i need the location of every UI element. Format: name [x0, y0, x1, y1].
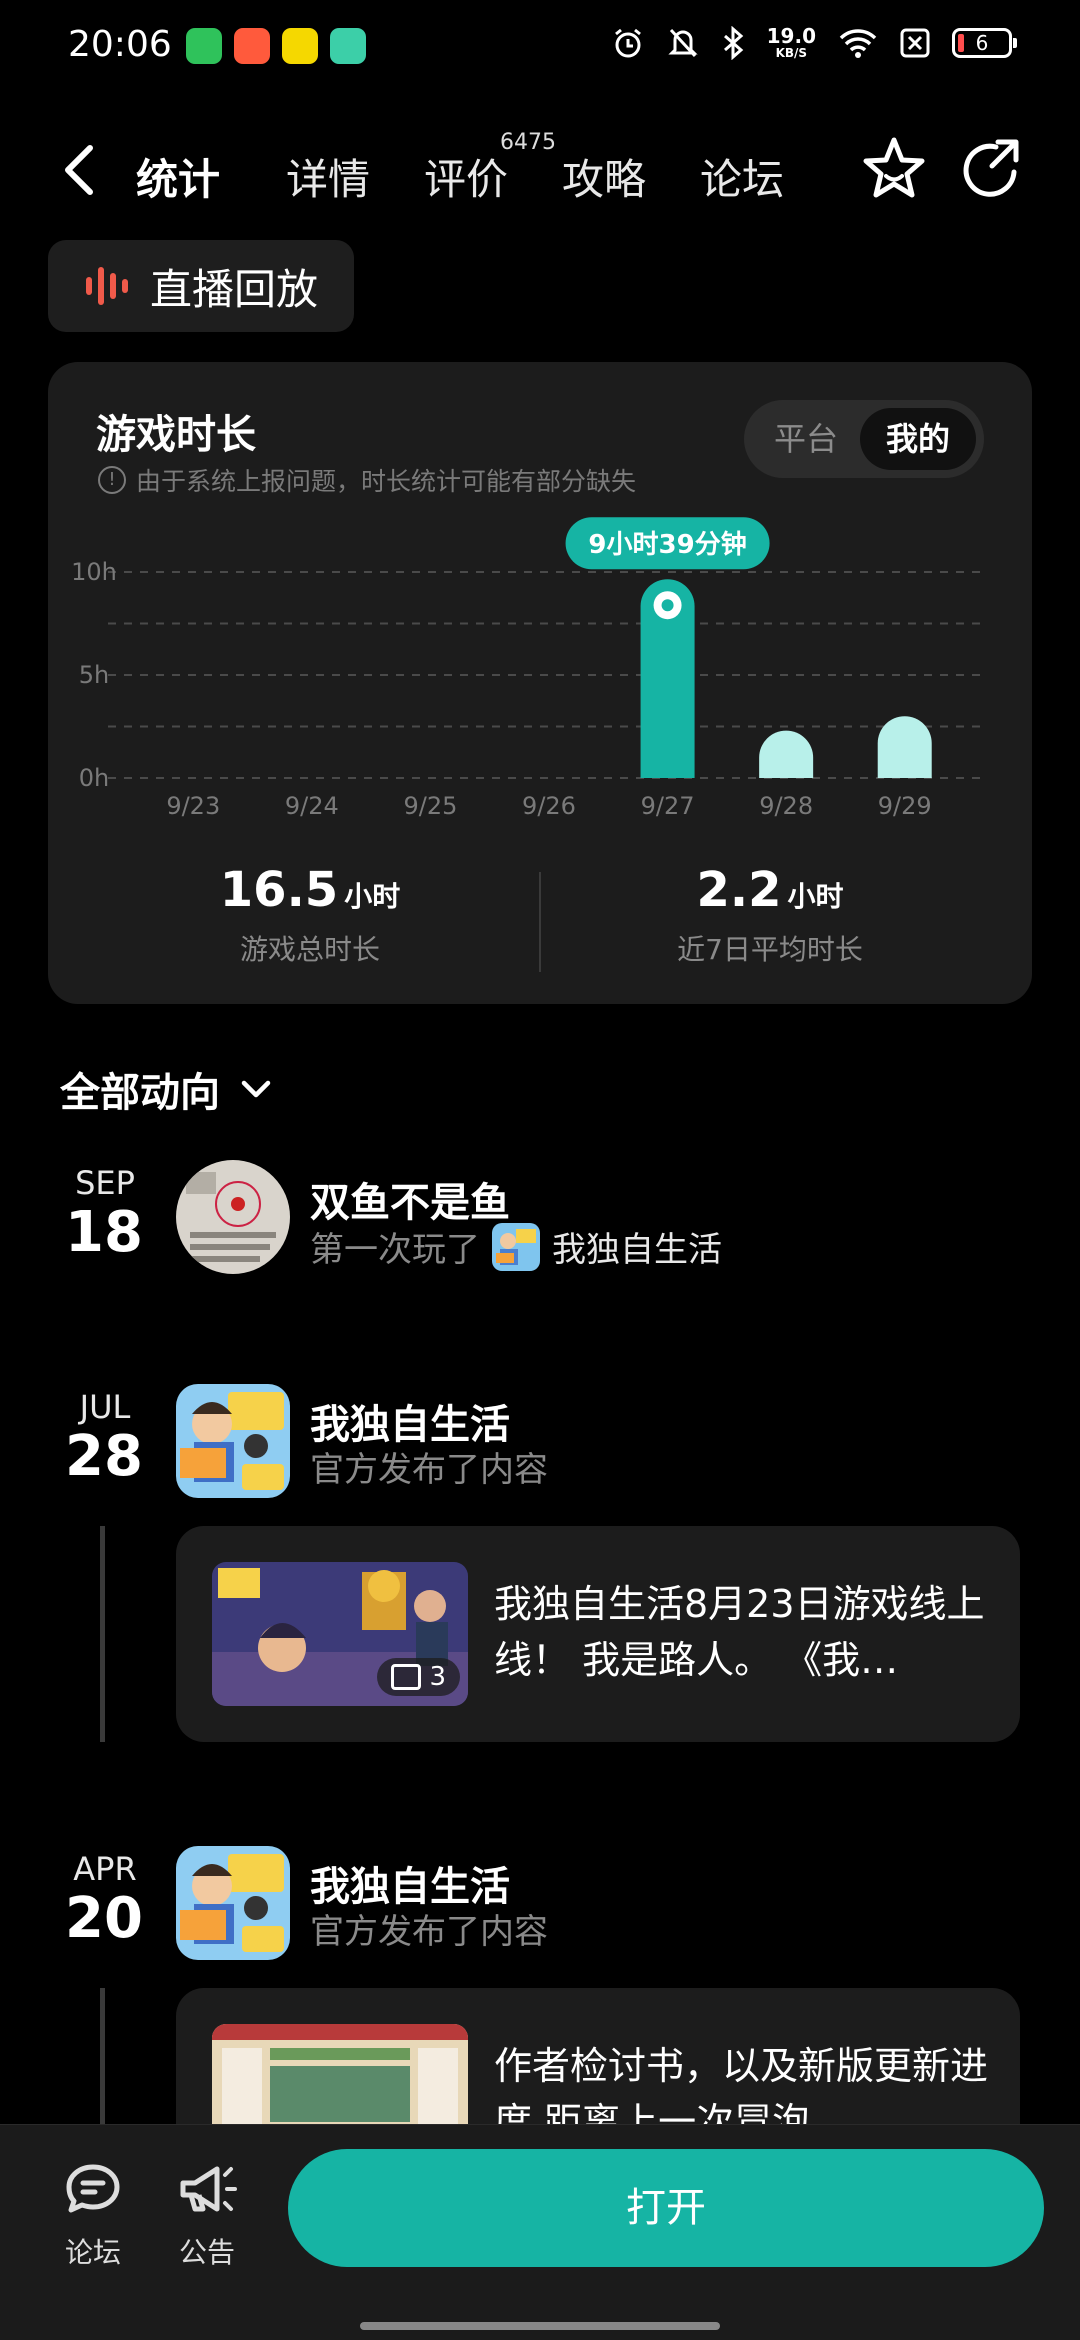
feed-date-day: 18 [65, 1200, 143, 1265]
post-card[interactable]: 3 我独自生活8月23日游戏线上线！ 我是路人。 《我… [176, 1526, 1020, 1742]
chart-x-tick-label: 9/24 [285, 792, 339, 820]
sim-off-icon [900, 28, 930, 58]
forum-button[interactable]: 论坛 [48, 2161, 138, 2271]
feed-date-month: APR [73, 1850, 137, 1888]
mute-icon [668, 28, 698, 58]
net-speed-unit: KB/S [775, 46, 808, 60]
total-playtime: 16.5 小时 游戏总时长 [90, 862, 530, 968]
clapper-app-icon [282, 28, 318, 64]
live-replay-button[interactable]: 直播回放 [48, 240, 354, 332]
live-replay-label: 直播回放 [150, 264, 319, 314]
feed-game-name[interactable]: 我独自生活 [552, 1222, 722, 1271]
megaphone-icon [180, 2166, 237, 2212]
chart-x-tick-label: 9/25 [403, 792, 457, 820]
post-text: 我独自生活8月23日游戏线上线！ 我是路人。 《我… [494, 1582, 985, 1682]
chart-bar [759, 730, 814, 778]
avg-playtime-unit: 小时 [787, 880, 844, 913]
chart-y-tick-label: 0h [79, 764, 109, 792]
video-app-icon [234, 28, 270, 64]
chart-x-tick-label: 9/28 [759, 792, 813, 820]
game-app-icon[interactable] [176, 1846, 290, 1960]
battery-app-icon [186, 28, 222, 64]
chat-app-icon [330, 28, 366, 64]
activity-filter-dropdown[interactable]: 全部动向 [60, 1060, 274, 1118]
status-time: 20:06 [68, 24, 172, 65]
chart-bar [877, 716, 932, 778]
chart-y-tick-label: 10h [71, 558, 117, 586]
tab-stats[interactable]: 统计 [136, 146, 220, 207]
bottom-action-bar: 论坛 公告 打开 [0, 2124, 1080, 2340]
chat-bubble-icon [66, 2164, 120, 2213]
open-game-button[interactable]: 打开 [288, 2149, 1044, 2267]
wifi-icon [839, 29, 877, 58]
tab-forum[interactable]: 论坛 [700, 146, 784, 207]
notification-icons [186, 28, 366, 64]
chart-y-tick-label: 5h [79, 661, 109, 689]
image-count-badge: 3 [377, 1658, 460, 1696]
timeline-line [100, 1526, 105, 1742]
notice-label: 公告 [178, 2236, 235, 2269]
timeline-line [100, 1988, 105, 2128]
stats-divider [539, 872, 541, 972]
feed-date-month: SEP [75, 1164, 135, 1202]
game-app-icon[interactable] [176, 1384, 290, 1498]
feed-date-month: JUL [79, 1388, 131, 1426]
home-indicator[interactable] [360, 2322, 720, 2330]
chart-x-tick-label: 9/26 [522, 792, 576, 820]
total-playtime-unit: 小时 [344, 880, 401, 913]
user-avatar[interactable] [176, 1160, 290, 1274]
share-icon[interactable] [956, 134, 1028, 206]
reviews-count-badge: 6475 [500, 130, 556, 155]
chart-bar-marker-dot [661, 599, 674, 612]
notice-button[interactable]: 公告 [162, 2161, 252, 2271]
feed-action-text: 第一次玩了 [310, 1230, 480, 1270]
playtime-bar-chart: 10h 5h 0h 9/23 9/24 9/25 9/26 9小时39分钟 9/27 9/28 9/… [71, 517, 988, 820]
feed-action-text: 官方发布了内容 [310, 1912, 548, 1952]
forum-label: 论坛 [64, 2236, 121, 2269]
chart-tooltip-label: 9小时39分钟 [588, 529, 746, 560]
tab-guides[interactable]: 攻略 [562, 146, 646, 207]
post-thumbnail[interactable]: 3 [212, 1562, 468, 1706]
net-speed-value: 19.0 [766, 24, 816, 48]
alarm-icon [614, 28, 641, 58]
avg-playtime-label: 近7日平均时长 [677, 933, 863, 966]
bluetooth-icon [723, 26, 743, 60]
chevron-down-icon [241, 1080, 271, 1098]
total-playtime-label: 游戏总时长 [239, 933, 380, 966]
avg-playtime: 2.2 小时 近7日平均时长 [550, 862, 990, 968]
status-bar: 20:06 19.0 KB/S 6 [0, 0, 1080, 96]
feed-user-name[interactable]: 双鱼不是鱼 [310, 1170, 510, 1228]
total-playtime-value: 16.5 [219, 862, 339, 918]
tab-reviews[interactable]: 评价 [424, 146, 508, 207]
feed-action-text: 官方发布了内容 [310, 1450, 548, 1490]
audio-wave-icon [86, 267, 128, 305]
playtime-stats-card: 游戏时长 ! 由于系统上报问题，时长统计可能有部分缺失 平台 我的 10h 5h 0… [48, 362, 1032, 1004]
tab-details[interactable]: 详情 [286, 146, 370, 207]
top-nav: 统计 详情 评价 6475 攻略 论坛 [0, 120, 1080, 220]
feed-date-day: 28 [65, 1424, 143, 1489]
activity-filter-label: 全部动向 [60, 1070, 220, 1116]
chart-x-tick-label: 9/27 [641, 792, 695, 820]
game-mini-icon [492, 1222, 540, 1271]
feed-item-subtitle: 第一次玩了 我独自生活 [310, 1222, 722, 1271]
net-speed: 19.0 KB/S [767, 26, 816, 60]
avg-playtime-value: 2.2 [696, 862, 782, 918]
battery-indicator: 6 [952, 28, 1017, 58]
back-icon[interactable] [56, 140, 106, 200]
image-icon [391, 1664, 422, 1690]
star-icon[interactable] [858, 134, 930, 206]
chart-x-tick-label: 9/29 [878, 792, 932, 820]
image-count: 3 [429, 1662, 446, 1692]
status-indicators: 19.0 KB/S 6 [611, 26, 1017, 60]
chart-x-tick-label: 9/23 [166, 792, 220, 820]
feed-date-day: 20 [65, 1886, 143, 1951]
